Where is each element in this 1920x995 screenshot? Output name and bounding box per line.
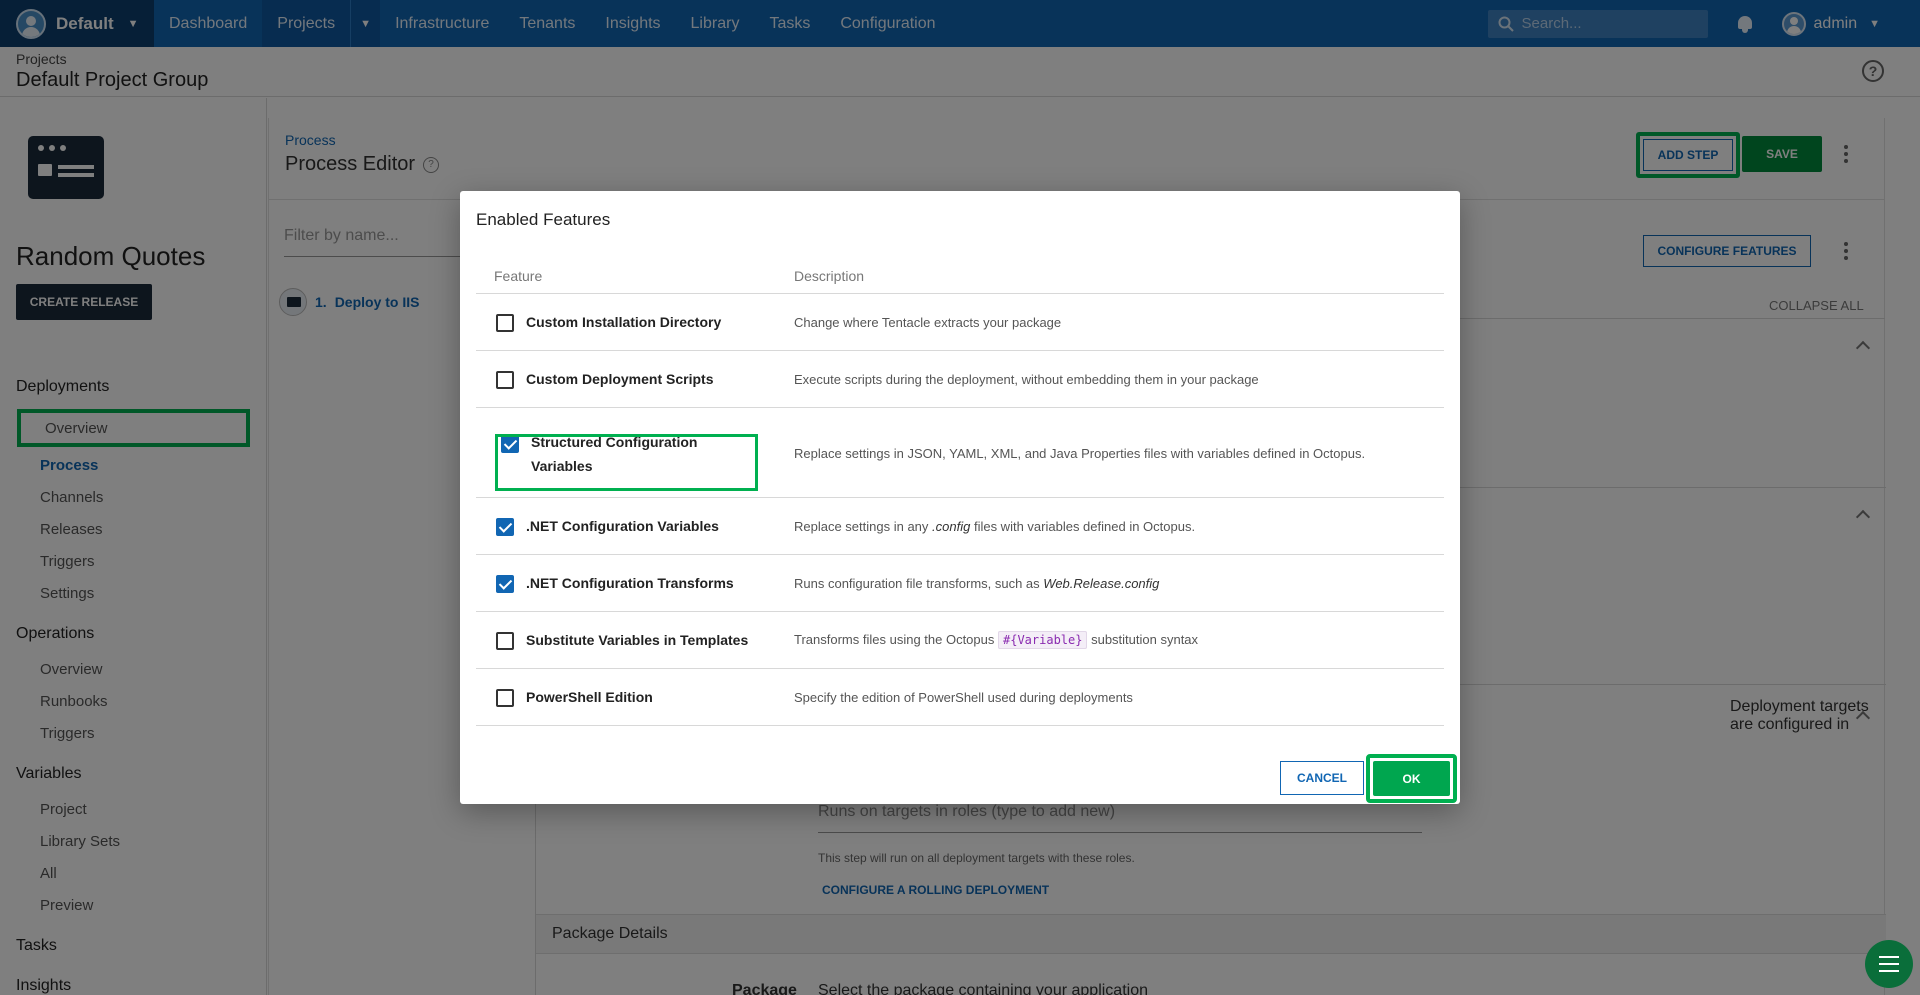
feature-description-text: Runs configuration file transforms, such… (794, 576, 1044, 591)
feature-checkbox[interactable] (496, 314, 514, 332)
feature-row-net-configuration-variables[interactable]: .NET Configuration Variables Replace set… (476, 498, 1444, 555)
cancel-button[interactable]: CANCEL (1280, 761, 1364, 795)
feature-checkbox[interactable] (496, 371, 514, 389)
feature-label[interactable]: Custom Installation Directory (526, 310, 721, 334)
highlight-ok-box: OK (1366, 754, 1457, 803)
feature-description: Runs configuration file transforms, such… (794, 576, 1159, 591)
column-header-description: Description (794, 268, 865, 284)
progression-fab-button[interactable] (1865, 940, 1913, 988)
dialog-title: Enabled Features (476, 210, 611, 229)
feature-description: Execute scripts during the deployment, w… (794, 372, 1259, 387)
feature-checkbox[interactable] (496, 689, 514, 707)
column-header-feature: Feature (494, 268, 543, 284)
highlight-structured-config-box (495, 434, 758, 491)
feature-description: Specify the edition of PowerShell used d… (794, 690, 1133, 705)
feature-label[interactable]: .NET Configuration Transforms (526, 571, 734, 595)
feature-description: Replace settings in any .config files wi… (794, 519, 1195, 534)
feature-description: Change where Tentacle extracts your pack… (794, 315, 1062, 330)
config-file-name: .config (932, 519, 971, 534)
feature-row-custom-deployment-scripts[interactable]: Custom Deployment Scripts Execute script… (476, 351, 1444, 408)
ok-button[interactable]: OK (1373, 761, 1450, 796)
config-file-name: Web.Release.config (1043, 576, 1160, 591)
feature-label[interactable]: Substitute Variables in Templates (526, 628, 748, 652)
variable-syntax-chip: #{Variable} (998, 631, 1088, 649)
feature-description: Transforms files using the Octopus #{Var… (794, 631, 1199, 649)
feature-row-substitute-variables[interactable]: Substitute Variables in Templates Transf… (476, 612, 1444, 669)
feature-checkbox[interactable] (496, 632, 514, 650)
feature-checkbox[interactable] (496, 575, 514, 593)
feature-description-text: Transforms files using the Octopus (794, 632, 998, 647)
features-table-header: Feature Description (476, 253, 1444, 294)
feature-label[interactable]: .NET Configuration Variables (526, 514, 719, 538)
feature-row-powershell-edition[interactable]: PowerShell Edition Specify the edition o… (476, 669, 1444, 726)
feature-checkbox[interactable] (496, 518, 514, 536)
list-icon (1879, 956, 1899, 972)
feature-description-text: substitution syntax (1087, 632, 1199, 647)
feature-description: Replace settings in JSON, YAML, XML, and… (794, 446, 1366, 461)
feature-row-net-configuration-transforms[interactable]: .NET Configuration Transforms Runs confi… (476, 555, 1444, 612)
feature-label[interactable]: PowerShell Edition (526, 685, 653, 709)
feature-label[interactable]: Custom Deployment Scripts (526, 367, 713, 391)
feature-description-text: Replace settings in any (794, 519, 933, 534)
feature-row-custom-installation-directory[interactable]: Custom Installation Directory Change whe… (476, 294, 1444, 351)
feature-description-text: files with variables defined in Octopus. (970, 519, 1196, 534)
enabled-features-dialog: Enabled Features Feature Description Cus… (460, 191, 1460, 804)
